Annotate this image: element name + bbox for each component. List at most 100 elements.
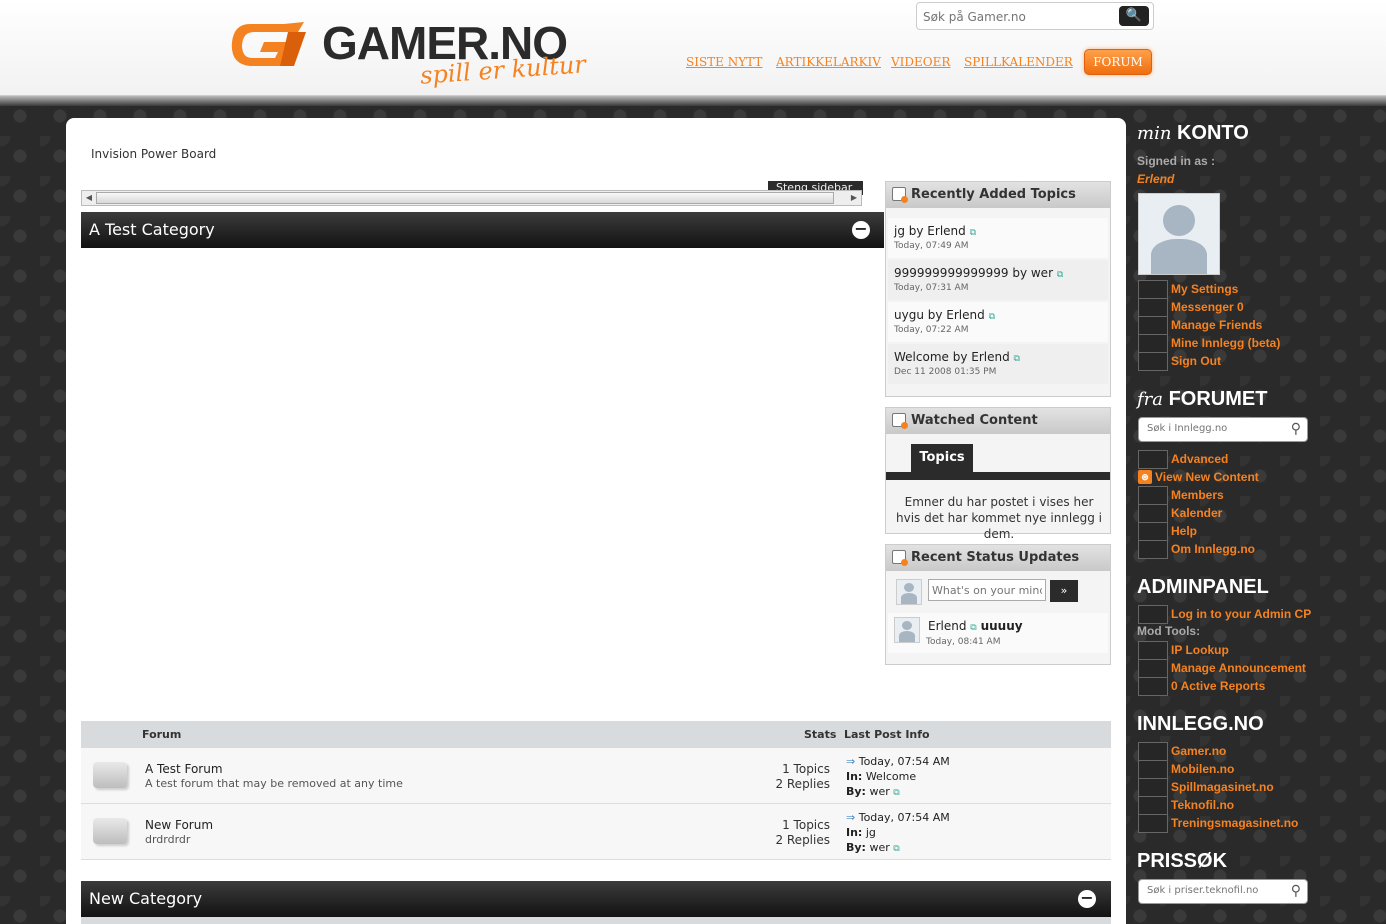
- last-post-author[interactable]: wer: [869, 785, 889, 798]
- forum-search: ⚲: [1138, 417, 1308, 442]
- nav-spillkalender[interactable]: SPILLKALENDER: [964, 55, 1073, 69]
- topic-title[interactable]: uygu by Erlend: [894, 308, 985, 322]
- nav-artikkelarkiv[interactable]: ARTIKKELARKIV: [776, 55, 881, 69]
- external-link-icon[interactable]: ⧉: [970, 228, 976, 238]
- forum-name[interactable]: New Forum: [145, 818, 213, 832]
- sidebar-link-messenger[interactable]: Messenger 0: [1137, 298, 1244, 317]
- sidebar-link-sign-out[interactable]: Sign Out: [1137, 352, 1221, 371]
- user-avatar[interactable]: [1138, 193, 1220, 275]
- forum-heading-text: FORUMET: [1168, 388, 1268, 410]
- nav-videoer[interactable]: VIDEOER: [891, 55, 950, 69]
- status-user[interactable]: Erlend: [928, 619, 966, 633]
- gamer-logo-icon[interactable]: [228, 18, 310, 72]
- status-updates-widget: Recent Status Updates » Erlend ⧉ uuuuy T…: [885, 544, 1111, 665]
- sidebar-link-om-innlegg[interactable]: Om Innlegg.no: [1137, 540, 1255, 559]
- external-link-icon[interactable]: ⧉: [1057, 270, 1063, 280]
- scroll-right-icon[interactable]: ▶: [848, 192, 860, 204]
- site-search-input[interactable]: [923, 7, 1119, 27]
- signed-in-user[interactable]: Erlend: [1137, 172, 1174, 186]
- status-update-item: Erlend ⧉ uuuuy Today, 08:41 AM: [888, 613, 1108, 653]
- topic-title[interactable]: Welcome by Erlend: [894, 350, 1010, 364]
- sidebar-link-gamer[interactable]: Gamer.no: [1137, 742, 1226, 761]
- watched-content-widget: Watched Content Topics Emner du har post…: [885, 407, 1111, 541]
- prissok-heading: PRISSØK: [1137, 850, 1228, 872]
- forum-name[interactable]: A Test Forum: [145, 762, 223, 776]
- external-link-icon[interactable]: ⧉: [1014, 354, 1020, 364]
- sidebar-link-admin-cp[interactable]: Log in to your Admin CP: [1137, 605, 1311, 624]
- external-link-icon[interactable]: ⧉: [893, 844, 899, 854]
- sidebar-link-ip-lookup[interactable]: IP Lookup: [1137, 641, 1229, 660]
- price-search: ⚲: [1138, 879, 1308, 904]
- recent-topic-item[interactable]: 999999999999999 by wer ⧉ Today, 07:31 AM: [888, 260, 1108, 300]
- status-submit-button[interactable]: »: [1050, 580, 1078, 602]
- external-link-icon[interactable]: ⧉: [893, 788, 899, 798]
- avatar[interactable]: [894, 617, 920, 643]
- horizontal-scrollbar[interactable]: ◀ ▶: [81, 190, 862, 206]
- sidebar-link-view-new-content[interactable]: ⊛ View New Content: [1137, 468, 1259, 486]
- category-title[interactable]: A Test Category: [89, 220, 215, 239]
- external-link-icon[interactable]: ⧉: [970, 623, 976, 633]
- tab-topics[interactable]: Topics: [911, 444, 973, 472]
- search-icon[interactable]: ⚲: [1291, 421, 1301, 437]
- topic-title[interactable]: 999999999999999 by wer: [894, 266, 1053, 280]
- view-new-content-label: View New Content: [1155, 470, 1259, 484]
- forum-read-icon[interactable]: [93, 762, 127, 788]
- scroll-left-icon[interactable]: ◀: [83, 192, 95, 204]
- last-post-topic[interactable]: Welcome: [866, 770, 916, 783]
- search-button[interactable]: 🔍: [1119, 6, 1149, 26]
- sidebar-link-spillmagasinet[interactable]: Spillmagasinet.no: [1137, 778, 1274, 797]
- topic-date: Today, 07:31 AM: [894, 283, 969, 293]
- status-updates-header: Recent Status Updates: [886, 545, 1110, 571]
- sidebar-link-kalender[interactable]: Kalender: [1137, 504, 1222, 523]
- sidebar-link-mobilen[interactable]: Mobilen.no: [1137, 760, 1234, 779]
- last-post-arrow-icon[interactable]: ⇒: [846, 755, 855, 768]
- avatar: [896, 579, 922, 605]
- in-label: In:: [846, 770, 863, 783]
- search-icon[interactable]: ⚲: [1291, 883, 1301, 899]
- collapse-icon[interactable]: −: [852, 221, 870, 239]
- sidebar-link-members[interactable]: Members: [1137, 486, 1224, 505]
- forum-read-icon[interactable]: [93, 818, 127, 844]
- in-label: In:: [846, 826, 863, 839]
- forum-description: A test forum that may be removed at any …: [145, 777, 403, 790]
- nav-siste-nytt[interactable]: SISTE NYTT: [686, 55, 762, 69]
- last-post-arrow-icon[interactable]: ⇒: [846, 811, 855, 824]
- forum-search-input[interactable]: [1147, 423, 1279, 434]
- sidebar-link-treningsmagasinet[interactable]: Treningsmagasinet.no: [1137, 814, 1298, 833]
- last-post-topic[interactable]: jg: [866, 826, 876, 839]
- forum-table-header: Forum Stats Last Post Info: [81, 721, 1111, 748]
- recent-topic-item[interactable]: jg by Erlend ⧉ Today, 07:49 AM: [888, 218, 1108, 258]
- column-forum: Forum: [142, 728, 182, 741]
- forum-replies-count: 2 Replies: [775, 833, 830, 847]
- watched-icon: [892, 413, 908, 429]
- scrollbar-thumb[interactable]: [96, 192, 834, 204]
- admin-heading: ADMINPANEL: [1137, 576, 1269, 598]
- last-post-author[interactable]: wer: [869, 841, 889, 854]
- sidebar-link-manage-friends[interactable]: Manage Friends: [1137, 316, 1262, 335]
- mod-tools-label: Mod Tools:: [1137, 624, 1201, 638]
- external-link-icon[interactable]: ⧉: [989, 312, 995, 322]
- search-icon: 🔍: [1125, 8, 1143, 23]
- sidebar-link-advanced[interactable]: Advanced: [1137, 450, 1228, 469]
- collapse-icon[interactable]: −: [1078, 890, 1096, 908]
- sidebar-link-my-settings[interactable]: My Settings: [1137, 280, 1238, 299]
- watched-content-title: Watched Content: [911, 413, 1038, 428]
- sidebar-link-manage-announcement[interactable]: Manage Announcement: [1137, 659, 1306, 678]
- signed-in-label: Signed in as :: [1137, 154, 1216, 168]
- account-heading-text: KONTO: [1176, 122, 1249, 144]
- status-date: Today, 08:41 AM: [926, 637, 1001, 647]
- topic-title[interactable]: jg by Erlend: [894, 224, 966, 238]
- sidebar-link-help[interactable]: Help: [1137, 522, 1197, 541]
- status-input[interactable]: [928, 579, 1046, 601]
- header-shadow: [0, 96, 1386, 106]
- price-search-input[interactable]: [1147, 885, 1279, 896]
- recent-topic-item[interactable]: uygu by Erlend ⧉ Today, 07:22 AM: [888, 302, 1108, 342]
- sidebar-link-mine-innlegg[interactable]: Mine Innlegg (beta): [1137, 334, 1280, 353]
- category-header: A Test Category −: [81, 212, 884, 248]
- sidebar-link-teknofil[interactable]: Teknofil.no: [1137, 796, 1234, 815]
- recent-topic-item[interactable]: Welcome by Erlend ⧉ Dec 11 2008 01:35 PM: [888, 344, 1108, 384]
- sidebar-link-active-reports[interactable]: 0 Active Reports: [1137, 677, 1265, 696]
- category-title[interactable]: New Category: [89, 889, 202, 908]
- breadcrumb[interactable]: Invision Power Board: [91, 147, 216, 161]
- nav-forum-button[interactable]: FORUM: [1084, 49, 1152, 75]
